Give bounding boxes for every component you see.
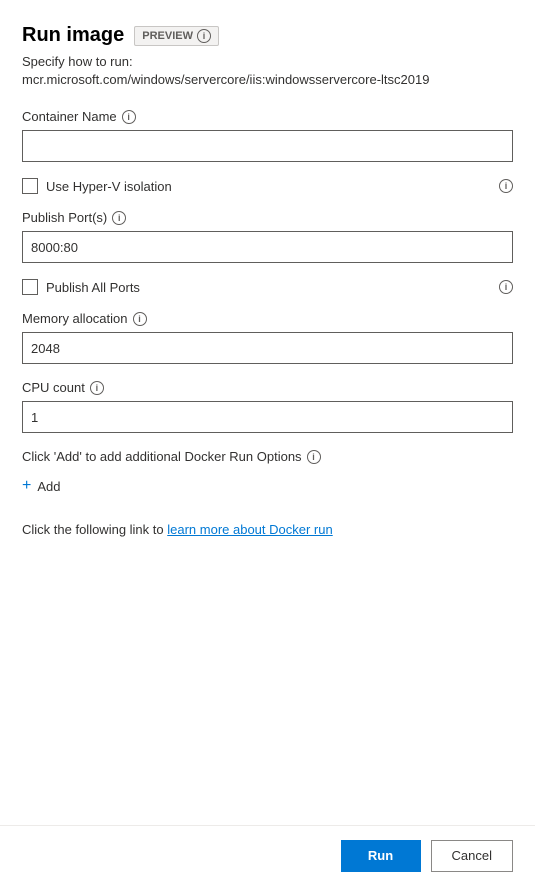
publish-all-ports-label: Publish All Ports xyxy=(46,280,140,295)
container-name-label: Container Name i xyxy=(22,109,513,124)
add-options-label: Click 'Add' to add additional Docker Run… xyxy=(22,449,513,464)
footer-link-text: Click the following link to learn more a… xyxy=(22,522,513,537)
preview-badge-label: PREVIEW xyxy=(142,30,193,42)
publish-ports-section: Publish Port(s) i xyxy=(22,210,513,263)
cpu-info-icon[interactable]: i xyxy=(90,381,104,395)
container-name-input[interactable] xyxy=(22,130,513,162)
run-button[interactable]: Run xyxy=(341,840,421,872)
container-name-info-icon[interactable]: i xyxy=(122,110,136,124)
memory-info-icon[interactable]: i xyxy=(133,312,147,326)
cpu-label: CPU count i xyxy=(22,380,513,395)
preview-badge: PREVIEW i xyxy=(134,26,219,46)
memory-label: Memory allocation i xyxy=(22,311,513,326)
publish-all-ports-checkbox[interactable] xyxy=(22,279,38,295)
plus-icon: + xyxy=(22,478,31,494)
hyper-v-row: Use Hyper-V isolation i xyxy=(22,178,513,194)
publish-ports-label: Publish Port(s) i xyxy=(22,210,513,225)
memory-section: Memory allocation i xyxy=(22,311,513,364)
page-header: Run image PREVIEW i xyxy=(22,24,513,47)
cancel-button[interactable]: Cancel xyxy=(431,840,513,872)
add-button-label: Add xyxy=(37,479,60,494)
publish-ports-info-icon[interactable]: i xyxy=(112,211,126,225)
bottom-action-bar: Run Cancel xyxy=(0,825,535,885)
cpu-section: CPU count i xyxy=(22,380,513,433)
publish-all-ports-row: Publish All Ports i xyxy=(22,279,513,295)
hyper-v-info-icon[interactable]: i xyxy=(499,179,513,193)
container-name-section: Container Name i xyxy=(22,109,513,162)
add-button[interactable]: + Add xyxy=(22,474,60,498)
hyper-v-label: Use Hyper-V isolation xyxy=(46,179,172,194)
cpu-input[interactable] xyxy=(22,401,513,433)
preview-info-icon[interactable]: i xyxy=(197,29,211,43)
hyper-v-checkbox[interactable] xyxy=(22,178,38,194)
publish-all-ports-checkbox-group: Publish All Ports xyxy=(22,279,140,295)
docker-run-link[interactable]: learn more about Docker run xyxy=(167,522,332,537)
page-title: Run image xyxy=(22,24,124,47)
add-options-info-icon[interactable]: i xyxy=(307,450,321,464)
hyper-v-checkbox-group: Use Hyper-V isolation xyxy=(22,178,172,194)
subtitle: Specify how to run: mcr.microsoft.com/wi… xyxy=(22,53,513,89)
publish-all-ports-info-icon[interactable]: i xyxy=(499,280,513,294)
add-options-section: Click 'Add' to add additional Docker Run… xyxy=(22,449,513,498)
publish-ports-input[interactable] xyxy=(22,231,513,263)
memory-input[interactable] xyxy=(22,332,513,364)
